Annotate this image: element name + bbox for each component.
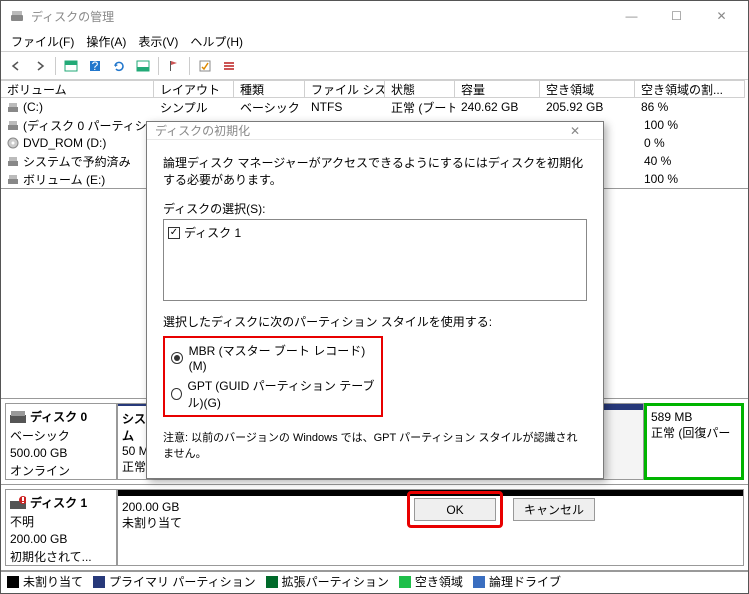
- drive-icon: [7, 173, 19, 185]
- col-pct[interactable]: 空き領域の割...: [635, 80, 745, 98]
- cell: 100 %: [638, 170, 748, 188]
- col-fs[interactable]: ファイル システム: [305, 80, 385, 98]
- cell: 0 %: [638, 134, 748, 152]
- mbr-label: MBR (マスター ブート レコード)(M): [189, 342, 375, 373]
- disk-type: 不明: [10, 513, 112, 530]
- cell: ベーシック: [234, 98, 305, 116]
- disk-select-list[interactable]: ディスク 1: [163, 219, 587, 301]
- toolbar: ?: [1, 52, 748, 80]
- disk1-label: ディスク 1: [184, 224, 241, 241]
- volume-name: システムで予約済み: [23, 153, 131, 170]
- swatch-primary: [93, 576, 105, 588]
- dialog-close-button[interactable]: ✕: [555, 124, 595, 138]
- view-bottom-button[interactable]: [132, 55, 154, 77]
- ok-button[interactable]: OK: [414, 498, 496, 521]
- forward-button[interactable]: [29, 55, 51, 77]
- disk-header-0[interactable]: ディスク 0 ベーシック 500.00 GB オンライン: [5, 403, 117, 480]
- volume-name: (C:): [23, 100, 43, 114]
- cell: シンプル: [154, 98, 234, 116]
- disk-title: ディスク 0: [30, 408, 87, 425]
- cell: 205.92 GB: [540, 98, 635, 116]
- cell: 86 %: [635, 98, 745, 116]
- col-type[interactable]: 種類: [234, 80, 305, 98]
- part-status: 正常 (回復パー: [651, 424, 737, 441]
- select-disk-label: ディスクの選択(S):: [163, 200, 587, 217]
- col-layout[interactable]: レイアウト: [154, 80, 234, 98]
- disk-size: 500.00 GB: [10, 446, 112, 460]
- table-header: ボリューム レイアウト 種類 ファイル システム 状態 容量 空き領域 空き領域…: [1, 80, 748, 98]
- menu-action[interactable]: 操作(A): [80, 31, 132, 52]
- mbr-radio[interactable]: [171, 352, 183, 364]
- view-top-button[interactable]: [60, 55, 82, 77]
- cancel-button[interactable]: キャンセル: [513, 498, 595, 521]
- volume-name: DVD_ROM (D:): [23, 136, 106, 150]
- flag-button[interactable]: [163, 55, 185, 77]
- disk-icon: [10, 411, 26, 423]
- menu-view[interactable]: 表示(V): [132, 31, 184, 52]
- disc-icon: [7, 137, 19, 149]
- volume-name: ボリューム (E:): [23, 171, 105, 188]
- swatch-logical: [473, 576, 485, 588]
- swatch-extended: [266, 576, 278, 588]
- minimize-button[interactable]: —: [609, 1, 654, 31]
- svg-text:?: ?: [92, 59, 99, 73]
- col-state[interactable]: 状態: [385, 80, 455, 98]
- volume-name: (ディスク 0 パーティシ...: [23, 117, 154, 134]
- legend-label: 未割り当て: [23, 573, 83, 590]
- disk-type: ベーシック: [10, 427, 112, 444]
- drive-icon: [7, 101, 19, 113]
- part-size: 589 MB: [651, 410, 737, 424]
- drive-icon: [7, 155, 19, 167]
- disk1-checkbox[interactable]: [168, 227, 180, 239]
- window-title: ディスクの管理: [31, 8, 609, 25]
- cell: NTFS: [305, 98, 385, 116]
- legend-label: 空き領域: [415, 573, 463, 590]
- legend-label: プライマリ パーティション: [109, 573, 256, 590]
- legend-label: 拡張パーティション: [282, 573, 389, 590]
- initialize-disk-dialog: ディスクの初期化 ✕ 論理ディスク マネージャーがアクセスできるようにするにはデ…: [146, 121, 604, 479]
- legend-label: 論理ドライブ: [489, 573, 561, 590]
- mbr-option[interactable]: MBR (マスター ブート レコード)(M): [171, 342, 375, 373]
- app-icon: [9, 8, 25, 24]
- col-capacity[interactable]: 容量: [455, 80, 540, 98]
- menu-file[interactable]: ファイル(F): [5, 31, 80, 52]
- table-row[interactable]: (C:) シンプル ベーシック NTFS 正常 (ブート... 240.62 G…: [1, 98, 748, 116]
- cell: 240.62 GB: [455, 98, 540, 116]
- properties-button[interactable]: [194, 55, 216, 77]
- menu-bar: ファイル(F) 操作(A) 表示(V) ヘルプ(H): [1, 31, 748, 52]
- cell: 40 %: [638, 152, 748, 170]
- dialog-title: ディスクの初期化: [155, 122, 555, 139]
- drive-icon: [7, 119, 19, 131]
- col-volume[interactable]: ボリューム: [1, 80, 154, 98]
- cell: 正常 (ブート...: [385, 98, 455, 116]
- gpt-radio[interactable]: [171, 388, 182, 400]
- help-button[interactable]: ?: [84, 55, 106, 77]
- disk-status: オンライン: [10, 462, 112, 479]
- swatch-free: [399, 576, 411, 588]
- disk-size: 200.00 GB: [10, 532, 112, 546]
- col-free[interactable]: 空き領域: [540, 80, 635, 98]
- close-button[interactable]: ✕: [699, 1, 744, 31]
- menu-help[interactable]: ヘルプ(H): [184, 31, 249, 52]
- refresh-button[interactable]: [108, 55, 130, 77]
- maximize-button[interactable]: ☐: [654, 1, 699, 31]
- list-button[interactable]: [218, 55, 240, 77]
- gpt-label: GPT (GUID パーティション テーブル)(G): [188, 377, 375, 411]
- cell: 100 %: [638, 116, 748, 134]
- partition-style-label: 選択したディスクに次のパーティション スタイルを使用する:: [163, 313, 587, 330]
- legend: 未割り当て プライマリ パーティション 拡張パーティション 空き領域 論理ドライ…: [1, 571, 748, 591]
- dialog-message: 論理ディスク マネージャーがアクセスできるようにするにはディスクを初期化する必要…: [163, 154, 587, 188]
- disk-title: ディスク 1: [30, 494, 87, 511]
- ok-highlight: OK: [407, 491, 503, 528]
- disk-header-1[interactable]: ディスク 1 不明 200.00 GB 初期化されて...: [5, 489, 117, 566]
- back-button[interactable]: [5, 55, 27, 77]
- partition-last[interactable]: 589 MB 正常 (回復パー: [644, 403, 744, 480]
- partition-style-group: MBR (マスター ブート レコード)(M) GPT (GUID パーティション…: [163, 336, 383, 417]
- dialog-note: 注意: 以前のバージョンの Windows では、GPT パーティション スタイ…: [163, 429, 587, 461]
- gpt-option[interactable]: GPT (GUID パーティション テーブル)(G): [171, 377, 375, 411]
- swatch-unallocated: [7, 576, 19, 588]
- disk-status: 初期化されて...: [10, 548, 112, 565]
- disk-unknown-icon: [10, 496, 26, 510]
